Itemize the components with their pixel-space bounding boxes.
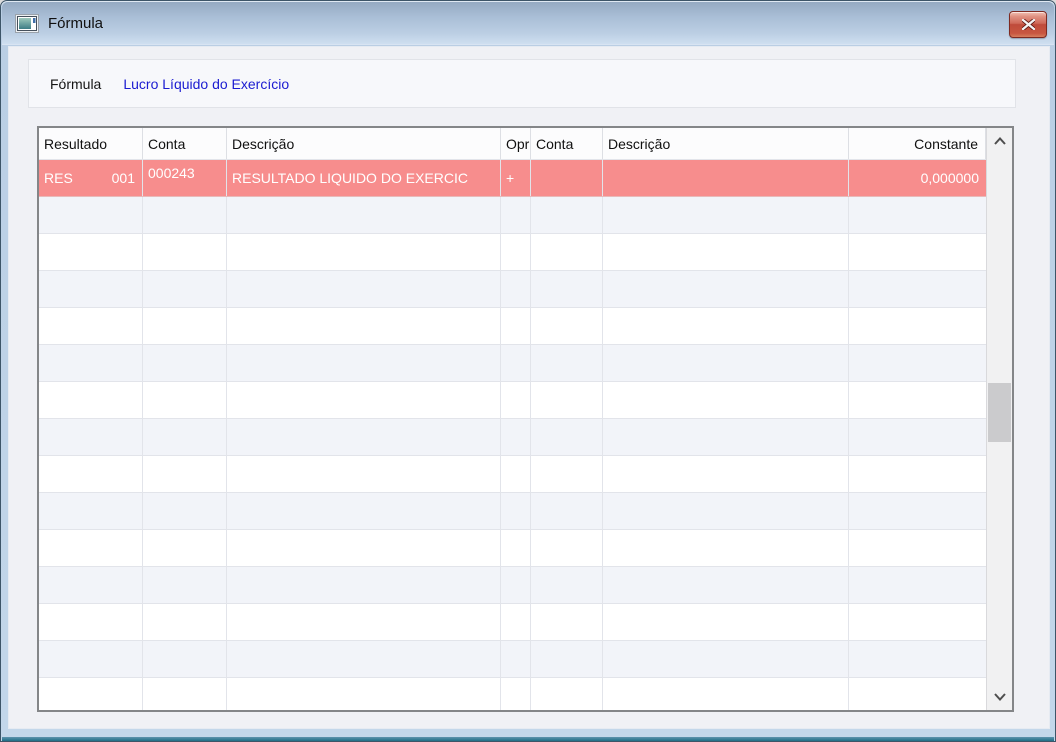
cell-conta-2[interactable] — [531, 160, 603, 196]
selected-formula-row[interactable]: RES 001 000243 RESULTADO LIQUIDO DO EXER… — [39, 160, 986, 197]
formula-panel: Fórmula Lucro Líquido do Exercício — [28, 59, 1016, 108]
opr-value: + — [506, 170, 515, 186]
formula-window: Fórmula Fórmula Lucro Líquido do Exercíc… — [0, 0, 1056, 742]
table-row[interactable] — [39, 271, 986, 308]
window-title: Fórmula — [48, 14, 104, 32]
form-window-icon — [15, 13, 39, 33]
title-bar[interactable]: Fórmula — [2, 2, 1054, 45]
column-header-conta-2[interactable]: Conta — [531, 128, 603, 159]
grid-header-row: Resultado Conta Descrição Opr Conta Desc… — [39, 128, 986, 160]
formula-field-value: Lucro Líquido do Exercício — [123, 75, 290, 92]
formula-grid: Resultado Conta Descrição Opr Conta Desc… — [37, 126, 1014, 712]
column-header-opr[interactable]: Opr — [501, 128, 531, 159]
table-row[interactable] — [39, 419, 986, 456]
chevron-down-icon — [993, 693, 1006, 701]
cell-constante[interactable]: 0,000000 — [849, 160, 986, 196]
window-bottom-border — [2, 737, 1054, 741]
table-row[interactable] — [39, 678, 986, 710]
grid-body: RES 001 000243 RESULTADO LIQUIDO DO EXER… — [39, 160, 986, 710]
column-header-conta-1[interactable]: Conta — [143, 128, 227, 159]
resultado-sequence: 001 — [111, 170, 135, 186]
table-row[interactable] — [39, 197, 986, 234]
table-row[interactable] — [39, 382, 986, 419]
descricao-value: RESULTADO LIQUIDO DO EXERCIC — [232, 170, 468, 186]
scrollbar-thumb[interactable] — [988, 383, 1011, 442]
close-icon — [1021, 19, 1035, 30]
cell-resultado[interactable]: RES 001 — [39, 160, 143, 196]
scrollbar-track[interactable] — [987, 154, 1012, 684]
close-button[interactable] — [1009, 11, 1047, 38]
cell-descricao-2[interactable] — [603, 160, 849, 196]
table-row[interactable] — [39, 234, 986, 271]
column-header-descricao-2[interactable]: Descrição — [603, 128, 849, 159]
table-row[interactable] — [39, 456, 986, 493]
table-row[interactable] — [39, 641, 986, 678]
scroll-up-button[interactable] — [987, 128, 1012, 154]
table-row[interactable] — [39, 345, 986, 382]
resultado-code: RES — [44, 170, 73, 186]
dialog-client-area: Fórmula Lucro Líquido do Exercício Resul… — [8, 46, 1050, 729]
cell-opr[interactable]: + — [501, 160, 531, 196]
scroll-down-button[interactable] — [987, 684, 1012, 710]
cell-conta-1[interactable]: 000243 — [143, 160, 227, 196]
cell-descricao-1[interactable]: RESULTADO LIQUIDO DO EXERCIC — [227, 160, 501, 196]
formula-field-label: Fórmula — [50, 75, 102, 92]
vertical-scrollbar[interactable] — [986, 128, 1012, 710]
table-row[interactable] — [39, 308, 986, 345]
table-row[interactable] — [39, 567, 986, 604]
table-row[interactable] — [39, 604, 986, 641]
chevron-up-icon — [993, 137, 1006, 145]
column-header-descricao-1[interactable]: Descrição — [227, 128, 501, 159]
column-header-constante[interactable]: Constante — [849, 128, 986, 159]
constante-value: 0,000000 — [920, 170, 979, 186]
conta-value: 000243 — [148, 165, 195, 181]
table-row[interactable] — [39, 530, 986, 567]
column-header-resultado[interactable]: Resultado — [39, 128, 143, 159]
table-row[interactable] — [39, 493, 986, 530]
